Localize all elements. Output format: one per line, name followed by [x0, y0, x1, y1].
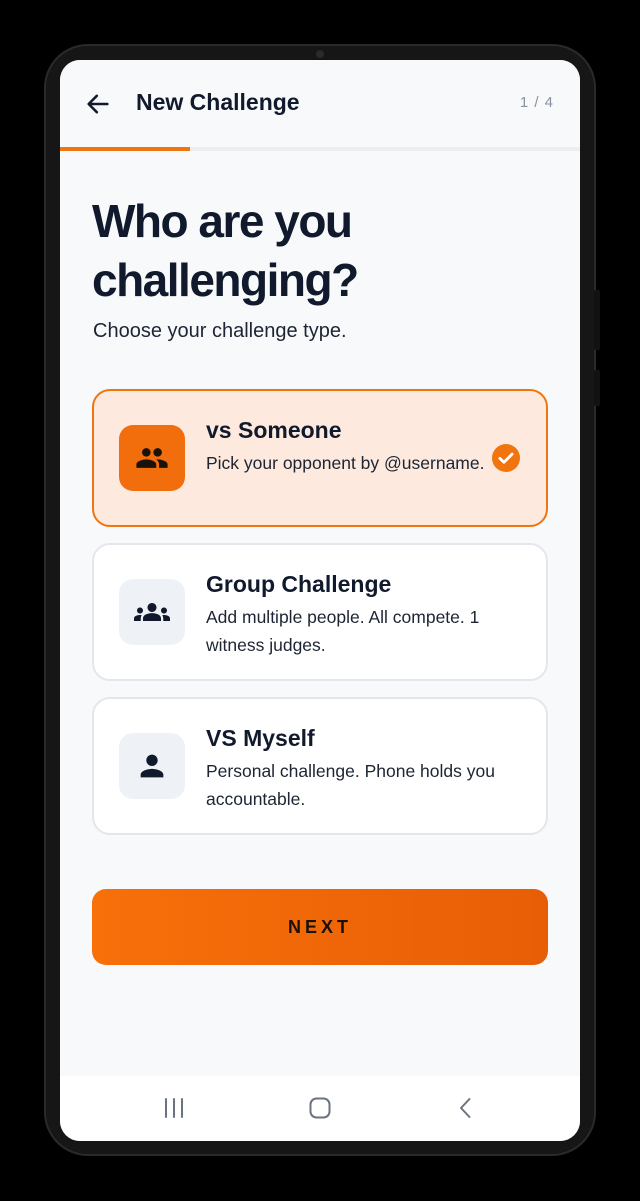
person-icon: [140, 754, 164, 778]
option-title: vs Someone: [206, 417, 342, 443]
option-vs-someone[interactable]: vs Someone Pick your opponent by @userna…: [92, 389, 548, 527]
checkmark-circle-icon: [492, 444, 520, 472]
top-app-bar: New Challenge 1 / 4: [60, 60, 580, 148]
group-icon: [134, 603, 170, 621]
system-navigation-bar: [60, 1076, 580, 1141]
option-title: Group Challenge: [206, 571, 392, 597]
home-icon[interactable]: [300, 1092, 340, 1124]
power-button: [594, 370, 600, 406]
step-counter: 1 / 4: [519, 94, 554, 111]
next-button[interactable]: NEXT: [92, 889, 548, 965]
arrow-back-icon[interactable]: [84, 90, 112, 118]
option-group-challenge[interactable]: Group Challenge Add multiple people. All…: [92, 543, 548, 681]
recent-apps-icon[interactable]: [154, 1092, 194, 1124]
progress-bar: [60, 147, 580, 151]
page-title: New Challenge: [136, 89, 300, 115]
progress-bar-fill: [60, 147, 190, 151]
option-description: Add multiple people. All compete. 1 witn…: [206, 607, 480, 655]
people-icon: [136, 448, 168, 468]
front-camera: [316, 50, 324, 58]
option-vs-myself[interactable]: VS Myself Personal challenge. Phone hold…: [92, 697, 548, 835]
subheadline: Choose your challenge type.: [93, 320, 347, 342]
option-title: VS Myself: [206, 725, 315, 751]
option-description: Personal challenge. Phone holds you acco…: [206, 761, 495, 809]
option-icon-container: [119, 733, 185, 799]
volume-button: [594, 290, 600, 350]
headline: Who are you challenging?: [92, 195, 359, 306]
option-description: Pick your opponent by @username.: [206, 453, 485, 473]
back-icon[interactable]: [446, 1092, 486, 1124]
option-icon-container: [119, 579, 185, 645]
next-button-label: NEXT: [287, 916, 352, 937]
option-icon-container: [119, 425, 185, 491]
app-screen: New Challenge 1 / 4 Who are you challeng…: [60, 60, 580, 1141]
